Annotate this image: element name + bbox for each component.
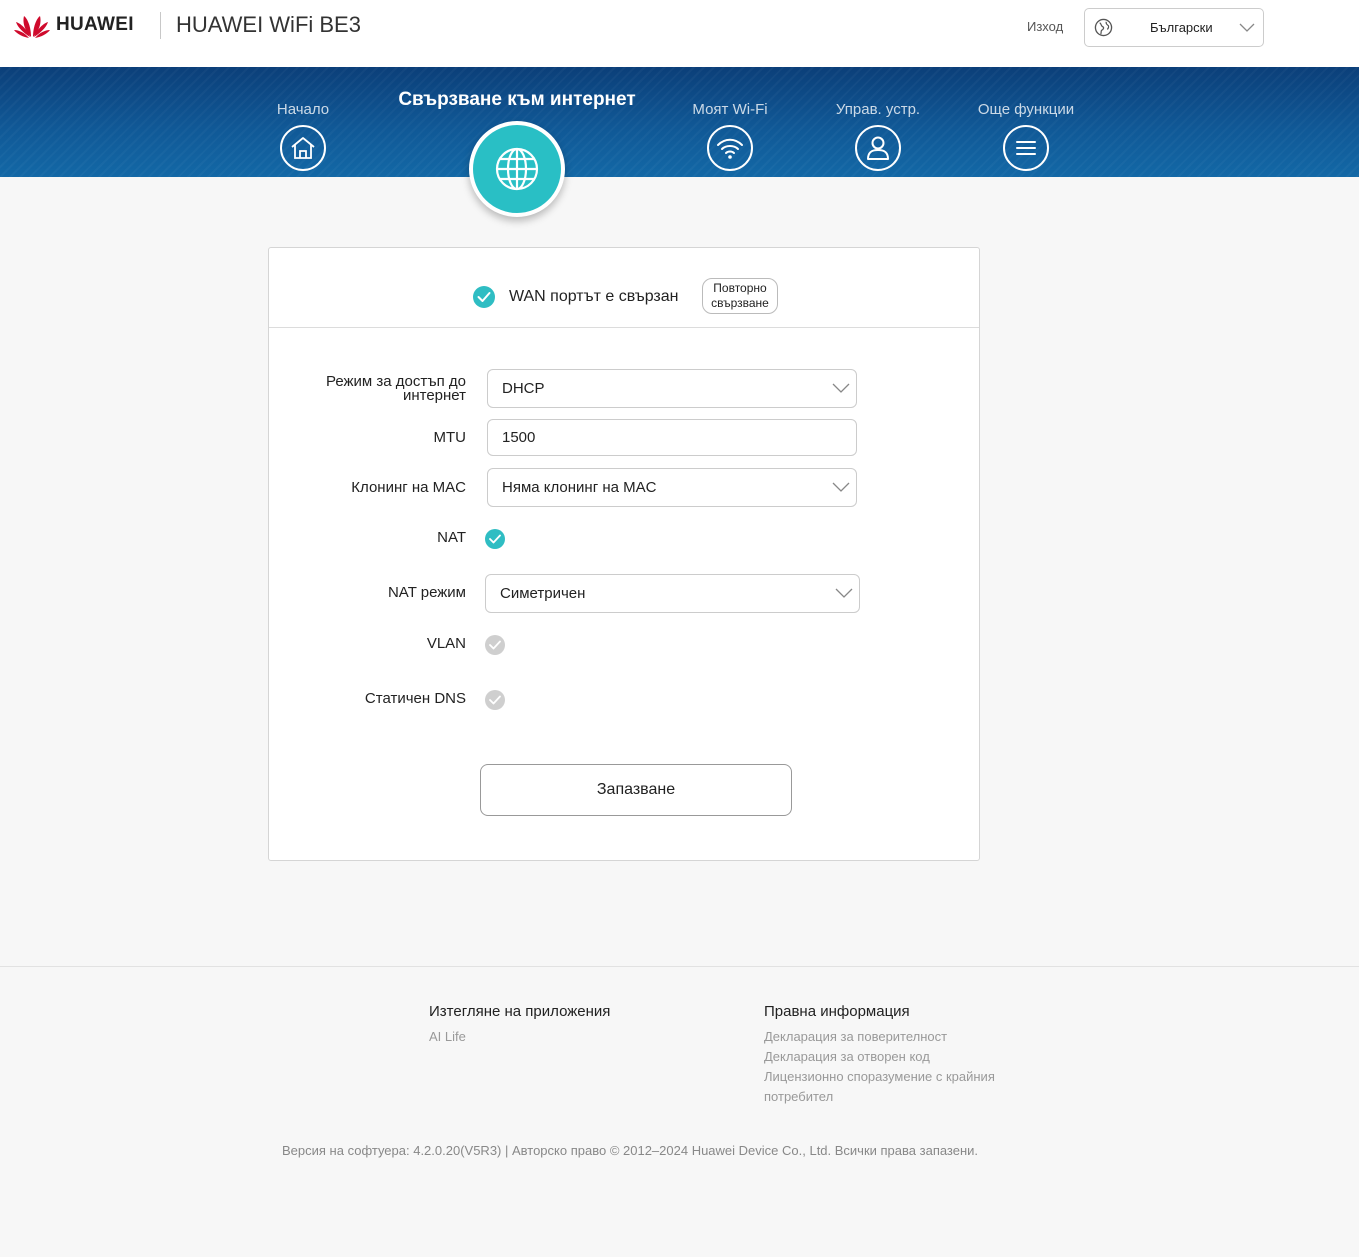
wan-status-text: WAN портът е свързан [509, 288, 679, 305]
top-bar: HUAWEI HUAWEI WiFi BE3 Изход Български [0, 0, 1359, 67]
house-icon [291, 137, 315, 159]
access-mode-label-line2: интернет [402, 387, 466, 404]
nav-devices[interactable]: Управ. устр. [828, 101, 928, 171]
nav-devices-circle [855, 125, 901, 171]
footer-apps-title: Изтегляне на приложения [429, 1003, 611, 1020]
footer-open-source-link[interactable]: Декларация за отворен код [764, 1047, 930, 1067]
reconnect-label-line2: свързване [711, 296, 769, 310]
mtu-label: MTU [433, 429, 467, 446]
nav-more-label: Още функции [977, 101, 1075, 118]
vlan-label: VLAN [426, 635, 466, 652]
footer-license-link[interactable]: Лицензионно споразумение с крайния потре… [764, 1067, 995, 1107]
nav-wifi-circle [707, 125, 753, 171]
footer-license-line1: Лицензионно споразумение с крайния [764, 1069, 995, 1084]
access-mode-value: DHCP [502, 380, 545, 397]
nav-internet-circle [469, 121, 565, 217]
nav-internet[interactable]: Свързване към интернет [392, 89, 642, 217]
nav-devices-label: Управ. устр. [835, 101, 921, 118]
nav-home-label: Начало [276, 101, 330, 118]
reconnect-label-line1: Повторно [713, 281, 767, 295]
nat-label: NAT [437, 529, 466, 546]
footer-ai-life-link[interactable]: AI Life [429, 1027, 466, 1047]
chevron-down-icon [832, 482, 850, 492]
footer-legal-title: Правна информация [764, 1003, 910, 1020]
static-dns-label: Статичен DNS [364, 690, 466, 707]
save-button-label: Запазване [596, 781, 676, 798]
nat-checkbox[interactable] [485, 529, 505, 549]
main-nav: Начало Свързване към интернет Моят Wi-Fi [0, 67, 1359, 217]
check-icon [473, 286, 495, 308]
nat-mode-label: NAT режим [387, 584, 466, 601]
globe-icon [1094, 18, 1113, 37]
footer-license-line2: потребител [764, 1089, 834, 1104]
save-button[interactable]: Запазване [480, 764, 792, 816]
nav-internet-label: Свързване към интернет [398, 89, 636, 110]
access-mode-label: Режим за достъп до интернет [326, 374, 466, 404]
check-icon [489, 534, 501, 544]
mac-clone-label: Клонинг на MAC [351, 479, 466, 496]
brand-divider [160, 12, 161, 39]
globe-icon [495, 147, 539, 191]
static-dns-checkbox[interactable] [485, 690, 505, 710]
user-icon [867, 136, 889, 160]
nav-wifi[interactable]: Моят Wi-Fi [685, 101, 775, 171]
wan-status-bar: WAN портът е свързан Повторно свързване [269, 248, 979, 328]
language-value: Български [1150, 20, 1213, 35]
menu-icon [1016, 141, 1036, 155]
footer: Изтегляне на приложения AI Life Правна и… [0, 966, 1359, 1257]
chevron-down-icon [835, 588, 853, 598]
access-mode-select[interactable]: DHCP [487, 369, 857, 408]
language-select[interactable]: Български [1084, 8, 1264, 47]
product-title: HUAWEI WiFi BE3 [176, 12, 361, 37]
footer-privacy-link[interactable]: Декларация за поверителност [764, 1027, 947, 1047]
vlan-checkbox[interactable] [485, 635, 505, 655]
nav-home[interactable]: Начало [270, 101, 336, 171]
mac-clone-value: Няма клонинг на MAC [502, 479, 657, 496]
nat-mode-value: Симетричен [500, 585, 586, 602]
nat-mode-select[interactable]: Симетричен [485, 574, 860, 613]
internet-settings-card: WAN портът е свързан Повторно свързване … [268, 247, 980, 861]
mac-clone-select[interactable]: Няма клонинг на MAC [487, 468, 857, 507]
brand-name: HUAWEI [56, 14, 134, 35]
nav-more-circle [1003, 125, 1049, 171]
reconnect-button[interactable]: Повторно свързване [702, 278, 778, 314]
logout-link[interactable]: Изход [1027, 19, 1063, 34]
huawei-logo-icon [14, 16, 50, 38]
chevron-down-icon [832, 383, 850, 393]
nav-wifi-label: Моят Wi-Fi [692, 101, 768, 118]
nav-home-circle [280, 125, 326, 171]
mtu-value: 1500 [502, 429, 536, 446]
mtu-input[interactable]: 1500 [487, 419, 857, 456]
check-icon [489, 695, 501, 705]
footer-copyright: Версия на софтуера: 4.2.0.20(V5R3) | Авт… [282, 1143, 979, 1158]
wifi-icon [717, 138, 743, 159]
nav-more[interactable]: Още функции [970, 101, 1082, 171]
check-icon [489, 640, 501, 650]
brand: HUAWEI [14, 10, 134, 40]
chevron-down-icon [1239, 23, 1255, 32]
